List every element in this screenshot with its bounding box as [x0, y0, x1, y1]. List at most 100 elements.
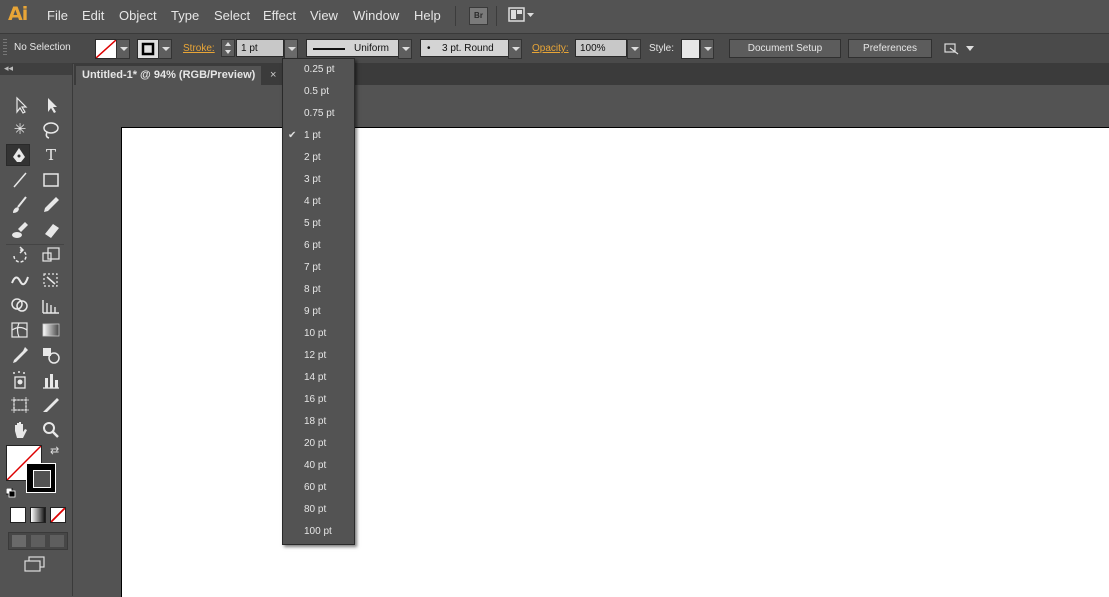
checkmark-icon: ✔: [288, 130, 297, 141]
slice-tool-icon[interactable]: [39, 394, 63, 416]
none-mode-button[interactable]: [50, 507, 66, 523]
pen-tool-icon[interactable]: [6, 144, 30, 166]
stroke-option-60[interactable]: 60 pt: [283, 477, 354, 499]
direct-selection-tool-icon[interactable]: [39, 94, 63, 116]
opacity-dropdown-arrow[interactable]: [627, 39, 641, 59]
screen-mode-button[interactable]: [24, 556, 46, 575]
stroke-option-10[interactable]: 10 pt: [283, 323, 354, 345]
arrange-documents-button[interactable]: [508, 7, 536, 26]
brush-definition-select[interactable]: • 3 pt. Round: [420, 39, 510, 57]
artboard[interactable]: [121, 127, 1109, 597]
line-tool-icon[interactable]: [8, 169, 32, 191]
menu-file[interactable]: File: [47, 8, 68, 23]
stroke-weight-stepper[interactable]: [221, 39, 235, 57]
selection-tool-icon[interactable]: [8, 94, 32, 116]
grip-icon[interactable]: [3, 39, 7, 57]
stroke-option-80[interactable]: 80 pt: [283, 499, 354, 521]
panel-menu-button[interactable]: [944, 42, 976, 59]
stroke-option-18[interactable]: 18 pt: [283, 411, 354, 433]
menu-type[interactable]: Type: [171, 8, 199, 23]
fill-dropdown-arrow[interactable]: [116, 39, 130, 59]
blob-brush-tool-icon[interactable]: [8, 219, 32, 241]
artboard-tool-icon[interactable]: [8, 394, 32, 416]
stroke-option-7[interactable]: 7 pt: [283, 257, 354, 279]
stroke-option-100[interactable]: 100 pt: [283, 521, 354, 543]
type-tool-icon[interactable]: T: [39, 144, 63, 166]
color-mode-button[interactable]: [10, 507, 26, 523]
rectangle-tool-icon[interactable]: [39, 169, 63, 191]
default-colors-icon[interactable]: [5, 487, 16, 498]
close-tab-icon[interactable]: ×: [270, 66, 276, 85]
draw-behind-icon[interactable]: [31, 535, 45, 547]
gradient-mode-button[interactable]: [30, 507, 46, 523]
column-graph-tool-icon[interactable]: [39, 369, 63, 391]
tools-panel-collapse[interactable]: ◂◂: [0, 63, 72, 75]
style-dropdown-arrow[interactable]: [700, 39, 714, 59]
shape-builder-tool-icon[interactable]: [8, 294, 32, 316]
pencil-tool-icon[interactable]: [39, 194, 63, 216]
profile-line-icon: [313, 48, 345, 50]
stroke-option-3[interactable]: 3 pt: [283, 169, 354, 191]
stroke-option-0-75[interactable]: 0.75 pt: [283, 103, 354, 125]
warp-tool-icon[interactable]: [8, 269, 32, 291]
stroke-option-2[interactable]: 2 pt: [283, 147, 354, 169]
rotate-tool-icon[interactable]: [8, 244, 32, 266]
stroke-option-12[interactable]: 12 pt: [283, 345, 354, 367]
stroke-label[interactable]: Stroke:: [183, 43, 215, 54]
eyedropper-tool-icon[interactable]: [8, 344, 32, 366]
magic-wand-tool-icon[interactable]: ✳: [8, 119, 32, 141]
menu-help[interactable]: Help: [414, 8, 441, 23]
menu-object[interactable]: Object: [119, 8, 157, 23]
graphic-style-swatch[interactable]: [681, 39, 700, 59]
blend-tool-icon[interactable]: [39, 344, 63, 366]
preferences-button[interactable]: Preferences: [848, 39, 932, 58]
draw-inside-icon[interactable]: [50, 535, 64, 547]
lasso-tool-icon[interactable]: [39, 119, 63, 141]
menu-select[interactable]: Select: [214, 8, 250, 23]
perspective-grid-tool-icon[interactable]: [39, 294, 63, 316]
hand-tool-icon[interactable]: [8, 419, 32, 441]
stroke-option-6[interactable]: 6 pt: [283, 235, 354, 257]
control-bar: No Selection Stroke: 1 pt Uniform • 3 pt…: [0, 33, 1109, 64]
symbol-sprayer-tool-icon[interactable]: [8, 369, 32, 391]
document-tab[interactable]: Untitled-1* @ 94% (RGB/Preview): [76, 66, 262, 85]
stroke-swatch[interactable]: [137, 39, 159, 59]
gradient-tool-icon[interactable]: [39, 319, 63, 341]
scale-tool-icon[interactable]: [39, 244, 63, 266]
bridge-button[interactable]: Br: [469, 7, 488, 25]
stroke-weight-field[interactable]: 1 pt: [236, 39, 284, 57]
menu-view[interactable]: View: [310, 8, 338, 23]
document-setup-button[interactable]: Document Setup: [729, 39, 841, 58]
variable-width-profile-select[interactable]: Uniform: [306, 39, 406, 57]
menu-window[interactable]: Window: [353, 8, 399, 23]
menu-effect[interactable]: Effect: [263, 8, 296, 23]
stroke-option-0-25[interactable]: 0.25 pt: [283, 59, 354, 81]
eraser-tool-icon[interactable]: [39, 219, 63, 241]
stroke-weight-dropdown-button[interactable]: [284, 39, 298, 59]
mesh-tool-icon[interactable]: [8, 319, 32, 341]
stroke-option-8[interactable]: 8 pt: [283, 279, 354, 301]
stroke-option-14[interactable]: 14 pt: [283, 367, 354, 389]
paintbrush-tool-icon[interactable]: [8, 194, 32, 216]
stroke-option-0-5[interactable]: 0.5 pt: [283, 81, 354, 103]
stroke-option-20[interactable]: 20 pt: [283, 433, 354, 455]
opacity-field[interactable]: 100%: [575, 39, 627, 57]
stroke-option-16[interactable]: 16 pt: [283, 389, 354, 411]
zoom-tool-icon[interactable]: [39, 419, 63, 441]
fill-swatch[interactable]: [95, 39, 117, 59]
stroke-option-5[interactable]: 5 pt: [283, 213, 354, 235]
swap-colors-icon[interactable]: ⇄: [50, 444, 59, 457]
stroke-dropdown-arrow[interactable]: [158, 39, 172, 59]
panel-menu-icon: [944, 43, 974, 55]
opacity-label[interactable]: Opacity:: [532, 43, 569, 54]
stroke-option-40[interactable]: 40 pt: [283, 455, 354, 477]
draw-normal-icon[interactable]: [12, 535, 26, 547]
stroke-option-4[interactable]: 4 pt: [283, 191, 354, 213]
brush-dropdown-arrow[interactable]: [508, 39, 522, 59]
stroke-color-box[interactable]: [26, 463, 56, 493]
stroke-option-9[interactable]: 9 pt: [283, 301, 354, 323]
menu-edit[interactable]: Edit: [82, 8, 104, 23]
profile-dropdown-arrow[interactable]: [398, 39, 412, 59]
free-transform-tool-icon[interactable]: [39, 269, 63, 291]
stroke-option-1[interactable]: ✔ 1 pt: [283, 125, 354, 147]
